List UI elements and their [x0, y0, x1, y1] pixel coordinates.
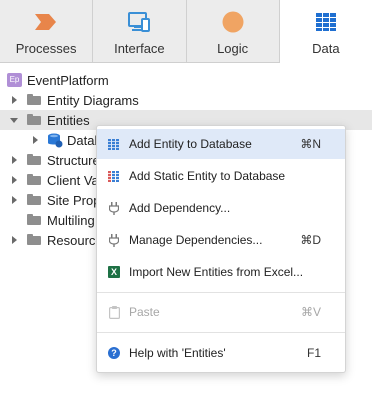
menu-item-paste[interactable]: Paste ⌘V: [97, 297, 345, 327]
chevron-down-icon[interactable]: [10, 118, 18, 123]
excel-icon: X: [108, 266, 120, 278]
menu-separator: [97, 332, 345, 333]
tree-root-eventplatform[interactable]: Ep EventPlatform: [0, 70, 372, 90]
help-icon: ?: [108, 347, 120, 359]
chevron-right-icon[interactable]: [33, 136, 38, 144]
menu-separator: [97, 292, 345, 293]
folder-icon: [27, 234, 41, 245]
interface-icon: [127, 11, 151, 33]
menu-item-label: Paste: [129, 305, 160, 319]
menu-item-label: Help with 'Entities': [129, 346, 226, 360]
chevron-right-icon[interactable]: [12, 196, 17, 204]
chevron-right-icon[interactable]: [12, 156, 17, 164]
menu-item-label: Add Static Entity to Database: [129, 169, 286, 183]
database-icon: [47, 133, 63, 151]
menu-item-add-entity[interactable]: Add Entity to Database ⌘N: [97, 129, 345, 159]
chevron-right-icon[interactable]: [12, 236, 17, 244]
folder-icon: [27, 94, 41, 105]
entity-grid-icon: [108, 138, 120, 150]
menu-shortcut: ⌘D: [300, 233, 321, 247]
tab-label: Logic: [217, 41, 249, 56]
tree-item-label: Multiling: [47, 212, 95, 228]
tab-label: Processes: [15, 41, 77, 56]
context-menu: Add Entity to Database ⌘N Add Static Ent…: [96, 125, 346, 373]
folder-icon: [27, 194, 41, 205]
menu-shortcut: F1: [306, 346, 321, 360]
folder-icon: [27, 214, 41, 225]
menu-item-label: Add Entity to Database: [129, 137, 252, 151]
static-entity-icon: [108, 170, 120, 182]
menu-shortcut: ⌘V: [300, 305, 321, 319]
tree-item-label: Structure: [47, 152, 100, 168]
tree-item-label: Site Prop: [47, 192, 101, 208]
plug-icon: [108, 233, 120, 247]
menu-item-label: Add Dependency...: [129, 201, 231, 215]
tree-item-label: Entity Diagrams: [47, 92, 139, 108]
app-badge-icon: Ep: [7, 73, 22, 87]
folder-icon: [27, 174, 41, 185]
menu-item-manage-dependencies[interactable]: Manage Dependencies... ⌘D: [97, 225, 345, 255]
toolbar-tabs: Processes Interface Logic Data: [0, 0, 372, 63]
plug-icon: [108, 201, 120, 215]
tab-data[interactable]: Data: [279, 0, 372, 63]
tree-item-label: Client Va: [47, 172, 99, 188]
tree-item-entity-diagrams[interactable]: Entity Diagrams: [0, 90, 372, 110]
tab-interface[interactable]: Interface: [93, 0, 187, 62]
tree-item-label: Resource: [47, 232, 103, 248]
processes-icon: [34, 11, 58, 33]
data-icon: [315, 11, 337, 33]
folder-icon: [27, 114, 41, 125]
tree-root-label: EventPlatform: [27, 72, 109, 88]
tab-label: Data: [312, 41, 340, 56]
clipboard-icon: [108, 305, 120, 319]
folder-icon: [27, 154, 41, 165]
chevron-right-icon[interactable]: [12, 176, 17, 184]
menu-item-label: Import New Entities from Excel...: [129, 265, 304, 279]
menu-item-help[interactable]: ? Help with 'Entities' F1: [97, 338, 345, 368]
tab-processes[interactable]: Processes: [0, 0, 94, 62]
logic-icon: [221, 11, 245, 33]
tab-logic[interactable]: Logic: [187, 0, 280, 62]
tree-item-label: Entities: [47, 112, 90, 128]
menu-shortcut: ⌘N: [300, 137, 321, 151]
menu-item-label: Manage Dependencies...: [129, 233, 263, 247]
menu-item-add-dependency[interactable]: Add Dependency...: [97, 193, 345, 223]
menu-item-add-static-entity[interactable]: Add Static Entity to Database: [97, 161, 345, 191]
chevron-right-icon[interactable]: [12, 96, 17, 104]
tab-label: Interface: [114, 41, 165, 56]
menu-item-import-excel[interactable]: X Import New Entities from Excel...: [97, 257, 345, 287]
